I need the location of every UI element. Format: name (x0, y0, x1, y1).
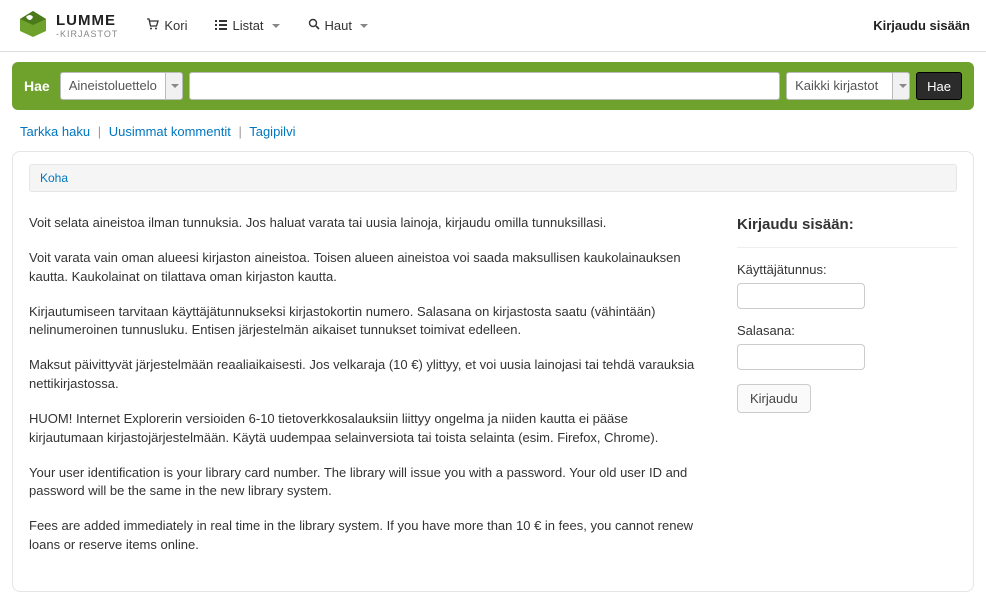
search-bar: Hae Aineistoluettelo Kaikki kirjastot Ha… (12, 62, 974, 110)
info-paragraph: HUOM! Internet Explorerin versioiden 6-1… (29, 410, 697, 448)
sublinks-row: Tarkka haku | Uusimmat kommentit | Tagip… (0, 120, 986, 151)
catalog-select-value: Aineistoluettelo (60, 72, 165, 100)
tag-cloud-link[interactable]: Tagipilvi (249, 124, 295, 139)
search-input[interactable] (189, 72, 780, 100)
info-paragraph: Fees are added immediately in real time … (29, 517, 697, 555)
main-sheet: Koha Voit selata aineistoa ilman tunnuks… (12, 151, 974, 592)
chevron-down-icon (899, 84, 907, 88)
cart-icon (146, 18, 159, 33)
password-input[interactable] (737, 344, 865, 370)
login-button[interactable]: Kirjaudu (737, 384, 811, 413)
search-icon (308, 18, 320, 33)
main-content: Voit selata aineistoa ilman tunnuksia. J… (29, 214, 697, 571)
catalog-select-toggle[interactable] (165, 72, 183, 100)
top-navbar: LUMME -KIRJASTOT Kori Listat Haut Kirjau… (0, 0, 986, 52)
advanced-search-link[interactable]: Tarkka haku (20, 124, 90, 139)
username-input[interactable] (737, 283, 865, 309)
login-box-title: Kirjaudu sisään: (737, 214, 957, 233)
library-select-value: Kaikki kirjastot (786, 72, 892, 100)
breadcrumb: Koha (29, 164, 957, 192)
brand-text: LUMME -KIRJASTOT (56, 12, 118, 39)
chevron-down-icon (171, 84, 179, 88)
chevron-down-icon (360, 24, 368, 28)
library-select-toggle[interactable] (892, 72, 910, 100)
login-link[interactable]: Kirjaudu sisään (873, 18, 970, 33)
login-sidebar: Kirjaudu sisään: Käyttäjätunnus: Salasan… (737, 214, 957, 571)
recent-comments-link[interactable]: Uusimmat kommentit (109, 124, 231, 139)
lists-label: Listat (232, 18, 263, 33)
info-paragraph: Voit selata aineistoa ilman tunnuksia. J… (29, 214, 697, 233)
search-label: Hae (24, 78, 50, 94)
searches-dropdown[interactable]: Haut (308, 18, 368, 33)
info-paragraph: Your user identification is your library… (29, 464, 697, 502)
brand-logo[interactable]: LUMME -KIRJASTOT (16, 9, 118, 42)
divider (737, 247, 957, 248)
username-label: Käyttäjätunnus: (737, 262, 957, 277)
searches-label: Haut (325, 18, 352, 33)
lists-dropdown[interactable]: Listat (215, 18, 279, 33)
library-select[interactable]: Kaikki kirjastot (786, 72, 910, 100)
info-paragraph: Maksut päivittyvät järjestelmään reaalia… (29, 356, 697, 394)
cart-label: Kori (164, 18, 187, 33)
catalog-select[interactable]: Aineistoluettelo (60, 72, 183, 100)
info-paragraph: Voit varata vain oman alueesi kirjaston … (29, 249, 697, 287)
cart-link[interactable]: Kori (146, 18, 187, 33)
info-paragraph: Kirjautumiseen tarvitaan käyttäjätunnuks… (29, 303, 697, 341)
chevron-down-icon (272, 24, 280, 28)
breadcrumb-home[interactable]: Koha (40, 171, 68, 185)
logo-icon (16, 9, 50, 42)
password-label: Salasana: (737, 323, 957, 338)
search-button[interactable]: Hae (916, 72, 962, 100)
list-icon (215, 18, 227, 33)
